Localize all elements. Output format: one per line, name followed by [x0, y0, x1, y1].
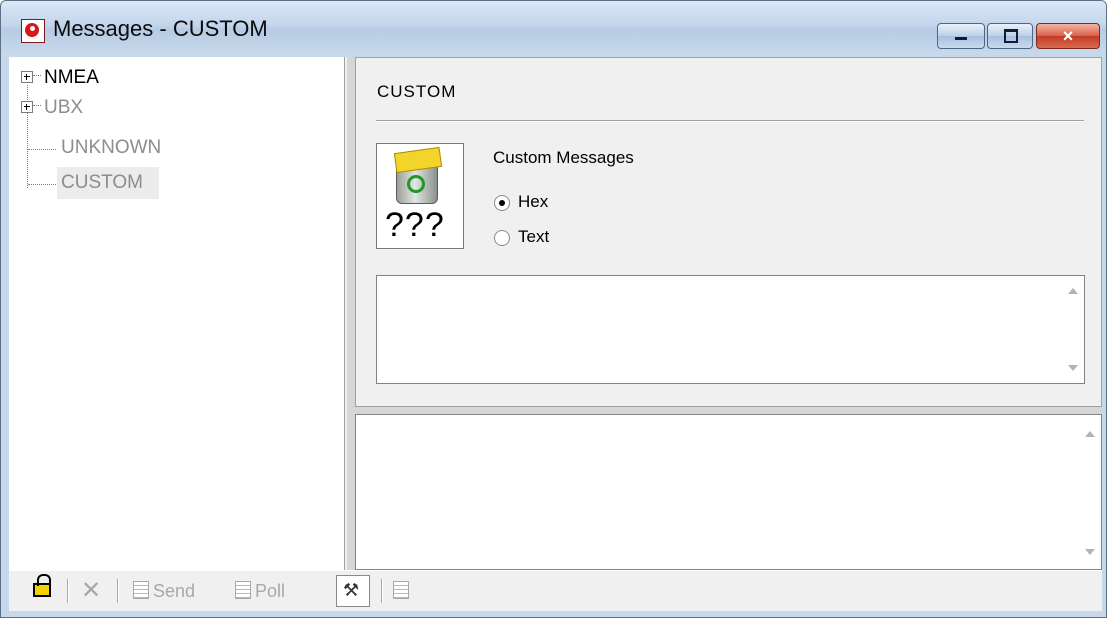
message-output-area[interactable] [355, 414, 1102, 570]
copy-icon [393, 581, 409, 599]
lock-button[interactable] [33, 574, 53, 605]
toolbar-separator [67, 579, 69, 603]
expand-icon[interactable] [21, 71, 33, 83]
section-title: CUSTOM [377, 82, 457, 101]
close-button[interactable]: × [1036, 23, 1100, 49]
maximize-icon [1004, 29, 1018, 43]
custom-message-input[interactable] [376, 275, 1085, 384]
send-button[interactable]: Send [133, 577, 195, 605]
poll-label: Poll [255, 581, 286, 601]
custom-tool-button[interactable]: ⚒ [336, 575, 370, 607]
tree-connector [33, 105, 41, 106]
message-tree[interactable]: NMEA UBX UNKNOWN CUSTOM [9, 57, 345, 570]
horizontal-splitter[interactable] [355, 407, 1102, 414]
divider [376, 120, 1084, 122]
messages-window: Messages - CUSTOM × NMEA UBX UNKNOWN CUS… [0, 0, 1107, 618]
copy-button[interactable] [393, 577, 413, 605]
scroll-down-icon[interactable] [1085, 549, 1095, 555]
tree-item-label: UNKNOWN [61, 137, 162, 158]
vertical-scrollbar[interactable] [1062, 276, 1084, 383]
scroll-up-icon[interactable] [1085, 431, 1095, 437]
maximize-button[interactable] [987, 23, 1033, 49]
recycle-icon [407, 175, 425, 193]
custom-message-panel: CUSTOM ??? Custom Messages Hex Text [355, 57, 1102, 407]
delete-icon: ✕ [81, 577, 102, 604]
lock-icon [33, 574, 51, 597]
tree-connector [33, 75, 41, 76]
text-radio[interactable] [494, 230, 510, 246]
toolbar-separator [381, 579, 383, 603]
send-label: Send [153, 581, 196, 601]
send-icon [133, 581, 149, 599]
unknown-message-text: ??? [385, 206, 445, 244]
text-radio-label[interactable]: Text [518, 227, 549, 247]
client-area: NMEA UBX UNKNOWN CUSTOM CUSTOM ??? Custo… [9, 57, 1102, 611]
vertical-scrollbar[interactable] [1079, 415, 1101, 569]
delete-button[interactable]: ✕ [81, 577, 101, 605]
minimize-button[interactable] [937, 23, 985, 49]
title-bar[interactable]: Messages - CUSTOM × [1, 1, 1106, 53]
tree-item-label: NMEA [44, 67, 99, 88]
scroll-down-icon[interactable] [1068, 365, 1078, 371]
hex-radio[interactable] [494, 195, 510, 211]
tree-item-label: CUSTOM [61, 172, 143, 193]
poll-button[interactable]: Poll [235, 577, 285, 605]
custom-tool-icon: ⚒ [343, 580, 360, 600]
scroll-up-icon[interactable] [1068, 288, 1078, 294]
close-icon: × [1062, 26, 1074, 46]
tree-connector [28, 184, 56, 185]
toolbar-separator [117, 579, 119, 603]
hex-radio-label[interactable]: Hex [518, 192, 548, 212]
window-title: Messages - CUSTOM [53, 16, 268, 41]
vertical-splitter[interactable] [347, 57, 355, 610]
app-icon [21, 19, 45, 43]
custom-message-icon: ??? [376, 143, 464, 249]
tree-item-label: UBX [44, 97, 84, 118]
expand-icon[interactable] [21, 101, 33, 113]
custom-messages-label: Custom Messages [493, 148, 634, 167]
tree-connector [28, 149, 56, 150]
minimize-icon [955, 37, 967, 40]
toolbar: ✕ Send Poll ⚒ [9, 570, 1102, 611]
poll-icon [235, 581, 251, 599]
